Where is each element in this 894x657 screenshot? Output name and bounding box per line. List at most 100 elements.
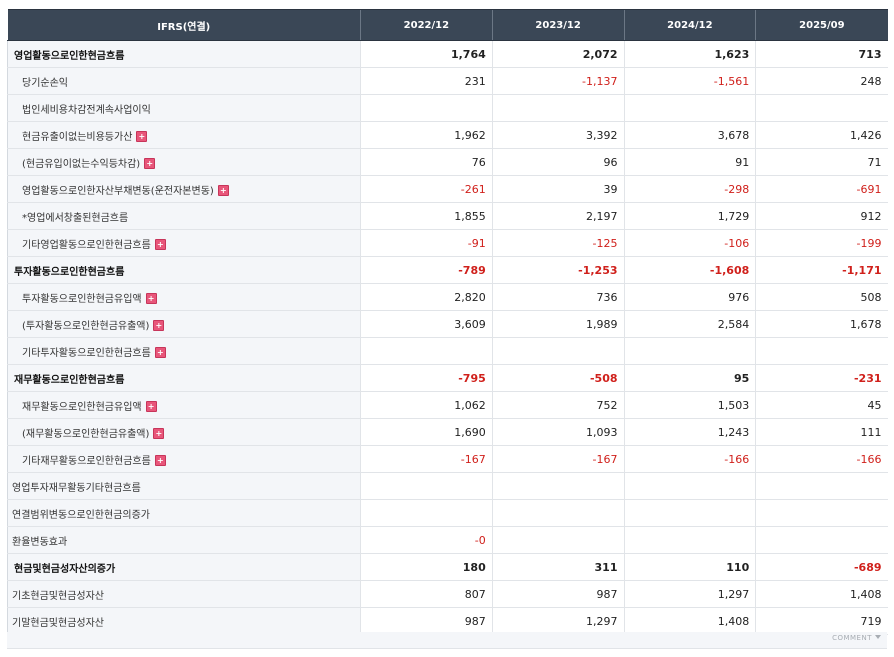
value-cell [360,94,493,122]
value-cell: -689 [755,553,888,581]
plus-icon[interactable]: + [144,157,156,169]
value-cell: 3,678 [623,121,756,149]
value-cell: 912 [755,202,888,230]
value-cell [360,337,493,365]
value-cell: 987 [360,607,493,635]
header-period: 2024/12 [623,9,756,41]
plus-icon[interactable]: + [154,238,166,250]
row-label-cell: (투자활동으로인한현금유출액) + [7,310,361,338]
header-label-column: IFRS(연결) [7,9,361,41]
value-cell: -166 [755,445,888,473]
row-label: 연결범위변동으로인한현금의증가 [12,509,150,521]
value-cell: 976 [623,283,756,311]
row-label: (재무활동으로인한현금유출액) [22,428,150,440]
header-period: 2022/12 [360,9,493,41]
table-row[interactable]: 기타영업활동으로인한현금흐름 + -91 -125 -106 -199 [7,229,888,257]
value-cell: 96 [491,148,624,176]
plus-icon[interactable]: + [154,346,166,358]
value-cell [491,526,624,554]
value-cell: 1,297 [491,607,624,635]
row-label-cell: 연결범위변동으로인한현금의증가 [7,499,361,527]
table-row: 환율변동효과 -0 [7,526,888,554]
row-label-cell: 투자활동으로인한현금흐름 [7,256,361,284]
plus-icon[interactable]: + [145,400,157,412]
value-cell: 110 [623,553,756,581]
value-cell: 1,764 [360,40,493,68]
row-label: 영업투자재무활동기타현금흐름 [12,482,141,494]
row-label: (현금유입이없는수익등차감) [22,158,141,170]
row-label-cell: (현금유입이없는수익등차감) + [7,148,361,176]
value-cell: 180 [360,553,493,581]
row-label: 영업활동으로인한현금흐름 [14,50,125,62]
value-cell [755,526,888,554]
value-cell: 1,623 [623,40,756,68]
header-period: 2025/09 [755,9,888,41]
table-row[interactable]: 투자활동으로인한현금유입액 +2,820 736 976 508 [7,283,888,311]
table-header-row: IFRS(연결) 2022/12 2023/12 2024/12 2025/09 [7,9,888,41]
cashflow-table-container: IFRS(연결) 2022/12 2023/12 2024/12 2025/09… [7,9,888,635]
plus-icon[interactable]: + [153,319,165,331]
table-row[interactable]: 현금유출이없는비용등가산 +1,962 3,392 3,678 1,426 [7,121,888,149]
table-row: 기초현금및현금성자산 807 987 1,297 1,408 [7,580,888,608]
value-cell: 1,426 [755,121,888,149]
row-label: 재무활동으로인한현금흐름 [14,374,125,386]
table-row[interactable]: 기타투자활동으로인한현금흐름 + [7,337,888,365]
value-cell: -1,608 [623,256,756,284]
row-label: 법인세비용차감전계속사업이익 [22,104,151,116]
value-cell: 1,408 [623,607,756,635]
value-cell: -261 [360,175,493,203]
value-cell: -91 [360,229,493,257]
value-cell: 111 [755,418,888,446]
value-cell: 91 [623,148,756,176]
row-label-cell: 당기순손익 [7,67,361,95]
value-cell [755,472,888,500]
table-row[interactable]: (투자활동으로인한현금유출액) +3,609 1,989 2,584 1,678 [7,310,888,338]
table-body: 영업활동으로인한현금흐름 1,764 2,072 1,623 713 당기순손익 231 -1… [7,40,888,635]
value-cell: -1,137 [491,67,624,95]
row-label: 현금및현금성자산의증가 [14,563,116,575]
row-label-cell: *영업에서창출된현금흐름 [7,202,361,230]
value-cell: -1,561 [623,67,756,95]
plus-icon[interactable]: + [154,454,166,466]
value-cell: -1,253 [491,256,624,284]
value-cell: -1,171 [755,256,888,284]
row-label-cell: 기초현금및현금성자산 [7,580,361,608]
table-row[interactable]: 기타재무활동으로인한현금흐름 + -167 -167 -166 -166 [7,445,888,473]
value-cell: 71 [755,148,888,176]
row-label: 투자활동으로인한현금유입액 [22,293,142,305]
value-cell: -231 [755,364,888,392]
value-cell: -795 [360,364,493,392]
caret-down-icon [875,635,881,639]
value-cell: 1,989 [491,310,624,338]
row-label-cell: 재무활동으로인한현금흐름 [7,364,361,392]
value-cell: 713 [755,40,888,68]
plus-icon[interactable]: + [136,130,148,142]
row-label-cell: 기타재무활동으로인한현금흐름 + [7,445,361,473]
table-row-section: 투자활동으로인한현금흐름 -789 -1,253 -1,608 -1,171 [7,256,888,284]
value-cell [755,94,888,122]
value-cell [623,526,756,554]
value-cell: -0 [360,526,493,554]
value-cell: -691 [755,175,888,203]
value-cell: -106 [623,229,756,257]
table-row[interactable]: 재무활동으로인한현금유입액 +1,062 752 1,503 45 [7,391,888,419]
row-label-cell: 법인세비용차감전계속사업이익 [7,94,361,122]
table-row[interactable]: (재무활동으로인한현금유출액) +1,690 1,093 1,243 111 [7,418,888,446]
value-cell: 1,297 [623,580,756,608]
plus-icon[interactable]: + [145,292,157,304]
row-label-cell: (재무활동으로인한현금유출액) + [7,418,361,446]
table-row-section: 현금및현금성자산의증가 180 311 110 -689 [7,553,888,581]
row-label-cell: 기말현금및현금성자산 [7,607,361,635]
row-label: 투자활동으로인한현금흐름 [14,266,125,278]
row-label: 재무활동으로인한현금유입액 [22,401,142,413]
value-cell [491,472,624,500]
value-cell: -789 [360,256,493,284]
value-cell: 76 [360,148,493,176]
value-cell: 2,197 [491,202,624,230]
plus-icon[interactable]: + [153,427,165,439]
table-row[interactable]: (현금유입이없는수익등차감) +76 96 91 71 [7,148,888,176]
comment-toggle[interactable]: COMMENT [832,634,881,642]
plus-icon[interactable]: + [217,184,229,196]
row-label: 기말현금및현금성자산 [12,617,104,629]
table-row[interactable]: 영업활동으로인한자산부채변동(운전자본변동) + -261 39 -298 -691 [7,175,888,203]
